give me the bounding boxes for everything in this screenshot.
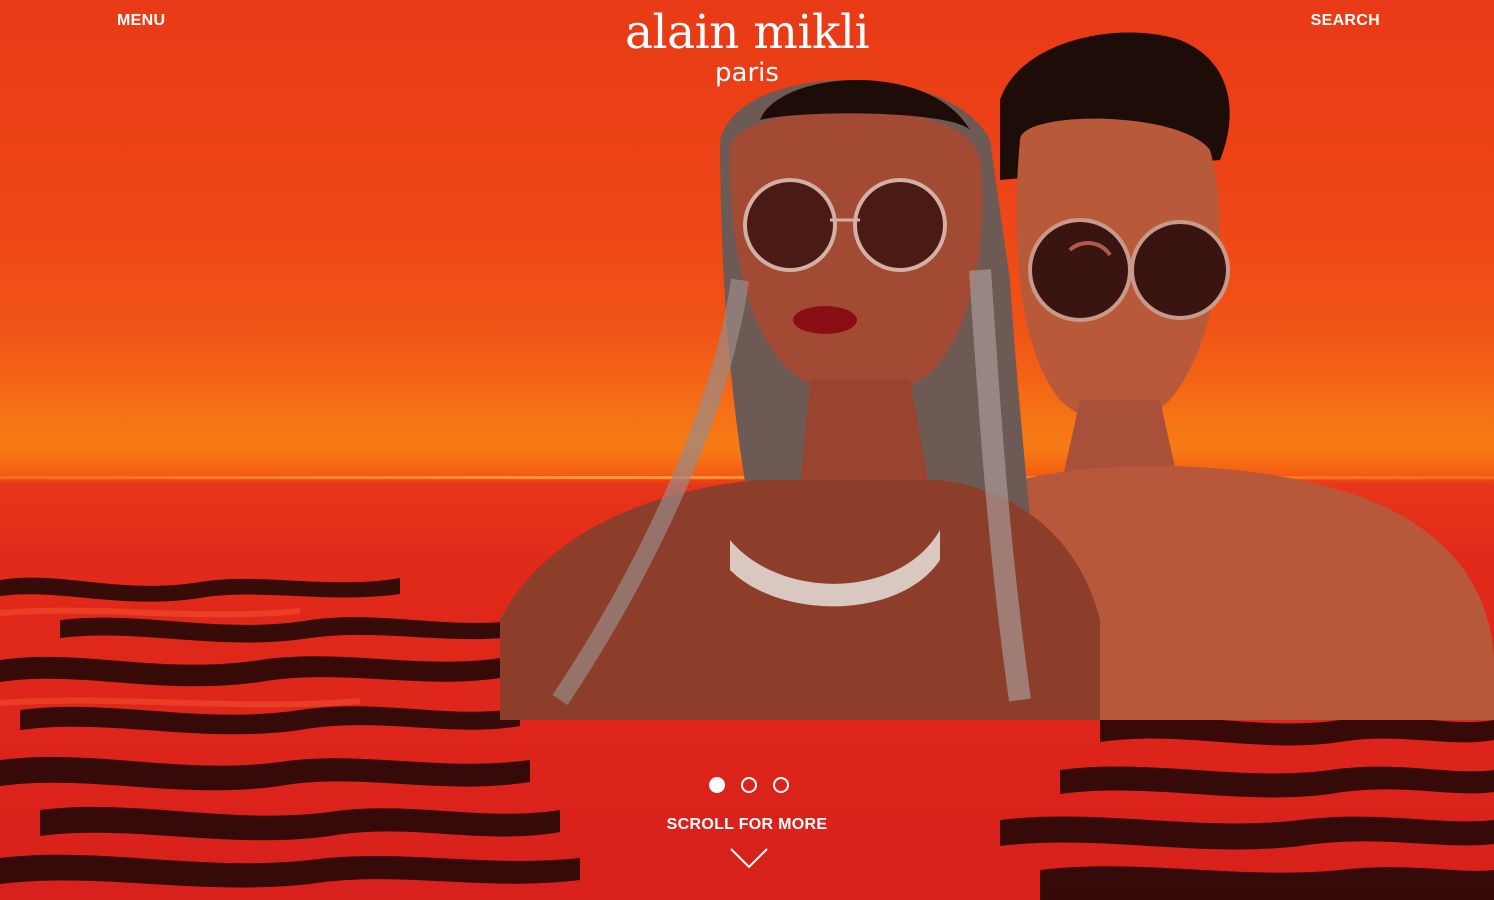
logo-subtitle: paris <box>715 58 779 88</box>
carousel-pagination <box>709 777 789 793</box>
brand-logo[interactable]: alain mikli paris <box>0 4 1494 86</box>
models-illustration <box>500 32 1494 720</box>
search-button[interactable]: SEARCH <box>1311 12 1380 30</box>
scroll-for-more-label[interactable]: SCROLL FOR MORE <box>0 816 1494 834</box>
logo-wordmark: alain mikli <box>625 5 869 60</box>
carousel-dot-3[interactable] <box>773 777 789 793</box>
carousel-dot-1[interactable] <box>709 777 725 793</box>
carousel-dot-2[interactable] <box>741 777 757 793</box>
chevron-down-icon[interactable] <box>729 846 769 870</box>
hero-image <box>0 0 1494 900</box>
